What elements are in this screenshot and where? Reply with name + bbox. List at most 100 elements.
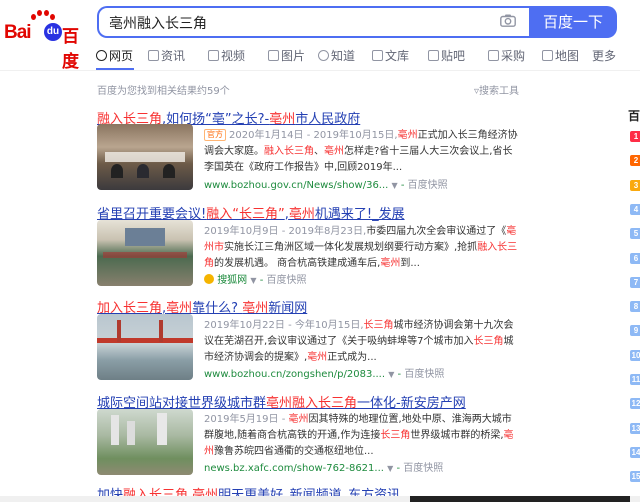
tab-8[interactable]: 地图 bbox=[542, 47, 579, 64]
tab-label: 地图 bbox=[555, 49, 580, 63]
chevron-down-icon[interactable]: ▼ bbox=[387, 464, 393, 473]
result-site-name[interactable]: 搜狐网 bbox=[217, 275, 247, 286]
tab-label: 视频 bbox=[221, 49, 246, 63]
video-icon bbox=[208, 50, 219, 61]
text-segment: 新闻网 bbox=[268, 301, 308, 316]
hot-rank-number: 6 bbox=[630, 252, 640, 264]
text-segment: 2019年10月9日 - 2019年8月23日, bbox=[204, 226, 367, 237]
tab-5[interactable]: 文库 bbox=[372, 47, 409, 64]
tab-divider bbox=[0, 70, 640, 71]
tab-1[interactable]: 资讯 bbox=[148, 47, 185, 64]
text-segment: 市委四届九次全会审议通过了《 bbox=[366, 226, 507, 237]
result-url[interactable]: www.bozhou.gov.cn/News/show/36... bbox=[204, 180, 388, 191]
text-segment: 实施长江三角洲区域一体化发展规划纲要行动方案》,抢抓 bbox=[224, 242, 478, 253]
hot-rank-number: 12 bbox=[630, 398, 640, 410]
tab-label: 资讯 bbox=[161, 49, 186, 63]
highlighted-text: 亳州 bbox=[307, 352, 328, 363]
text-segment: 正式成为... bbox=[327, 352, 377, 363]
tab-7[interactable]: 采购 bbox=[488, 47, 525, 64]
search-input[interactable] bbox=[109, 13, 489, 33]
chevron-down-icon[interactable]: ▼ bbox=[392, 181, 398, 190]
result-thumbnail[interactable] bbox=[97, 220, 193, 286]
logo-text-bai: Bai bbox=[4, 22, 32, 43]
result-count: 百度为您找到相关结果约59个 bbox=[97, 86, 230, 97]
highlighted-text: 亳州 bbox=[324, 146, 344, 157]
result-snippet: 2019年10月22日 - 今年10月15日,长三角城市经济协调会第十九次会议在… bbox=[204, 318, 518, 366]
hot-rank-number: 8 bbox=[630, 301, 640, 313]
text-segment: 一体化-新安房产网 bbox=[357, 396, 466, 411]
tab-2[interactable]: 视频 bbox=[208, 47, 245, 64]
camera-icon[interactable] bbox=[500, 14, 516, 27]
doc-icon bbox=[372, 50, 383, 61]
highlighted-text: 亳州 bbox=[269, 112, 296, 127]
snapshot-link[interactable]: 百度快照 bbox=[267, 275, 307, 286]
snapshot-link[interactable]: 百度快照 bbox=[404, 369, 444, 380]
tab-label: 采购 bbox=[501, 49, 526, 63]
tab-3[interactable]: 图片 bbox=[268, 47, 305, 64]
text-segment: 到... bbox=[400, 258, 420, 269]
chevron-down-icon[interactable]: ▼ bbox=[250, 276, 256, 285]
logo-text-cn: 百度 bbox=[62, 27, 79, 72]
highlighted-text: 亳州融入长三角 bbox=[266, 396, 358, 411]
result-snippet: 2019年10月9日 - 2019年8月23日,市委四届九次全会审议通过了《亳州… bbox=[204, 224, 518, 272]
result-url[interactable]: www.bozhou.cn/zongshen/p/2083.... bbox=[204, 369, 385, 380]
tab-label: 贴吧 bbox=[441, 49, 466, 63]
snapshot-link[interactable]: 百度快照 bbox=[403, 463, 443, 474]
tab-label: 更多 bbox=[592, 49, 617, 63]
result-source[interactable]: www.bozhou.gov.cn/News/show/36... ▼ - 百度… bbox=[204, 176, 448, 191]
search-box[interactable] bbox=[97, 6, 529, 38]
hot-list-title: 百 bbox=[628, 109, 640, 123]
hot-rank-number: 10 bbox=[630, 349, 640, 361]
scrollbar-thumb[interactable] bbox=[410, 496, 630, 502]
highlighted-text: 融入“长三角” bbox=[206, 207, 285, 222]
official-badge: 官方 bbox=[204, 129, 226, 141]
hot-rank-number: 11 bbox=[630, 374, 640, 385]
tab-0[interactable]: 网页 bbox=[96, 47, 133, 64]
horizontal-scrollbar[interactable] bbox=[0, 496, 640, 502]
search-tools-button[interactable]: ▿搜索工具 bbox=[474, 82, 519, 97]
hot-rank-number: 3 bbox=[630, 179, 640, 191]
chevron-down-icon[interactable]: ▼ bbox=[388, 370, 394, 379]
hot-rank-number: 14 bbox=[630, 446, 640, 458]
snapshot-link[interactable]: 百度快照 bbox=[408, 180, 448, 191]
purchase-icon bbox=[488, 50, 499, 61]
highlighted-text: 融入长三角 bbox=[264, 146, 314, 157]
result-source[interactable]: www.bozhou.cn/zongshen/p/2083.... ▼ - 百度… bbox=[204, 365, 444, 380]
result-url[interactable]: news.bz.xafc.com/show-762-8621... bbox=[204, 463, 384, 474]
highlighted-text: 亳州 bbox=[397, 130, 418, 141]
hot-rank-number: 1 bbox=[630, 131, 640, 142]
text-segment: 2019年5月19日 - bbox=[204, 414, 289, 425]
tab-4[interactable]: 知道 bbox=[318, 47, 355, 64]
hot-rank-number: 9 bbox=[630, 325, 640, 337]
logo-text-du: du bbox=[44, 23, 62, 41]
result-snippet: 2019年5月19日 - 亳州因其特殊的地理位置,地处中原、淮海两大城市群腹地,… bbox=[204, 412, 518, 460]
tab-label: 网页 bbox=[109, 49, 134, 63]
hot-rank-number: 2 bbox=[630, 155, 640, 167]
baidu-logo[interactable]: Bai du 百度 bbox=[4, 10, 88, 72]
map-icon bbox=[542, 50, 553, 61]
highlighted-text: 亳州 bbox=[242, 301, 269, 316]
result-thumbnail[interactable] bbox=[97, 409, 193, 475]
highlighted-text: 亳州 bbox=[380, 258, 401, 269]
text-segment: 的发展机遇。 商合杭高铁建成通车后, bbox=[214, 258, 381, 269]
text-segment: 世界级城市群的桥梁, bbox=[410, 430, 504, 441]
hot-rank-number: 5 bbox=[630, 228, 640, 240]
tab-6[interactable]: 贴吧 bbox=[428, 47, 465, 64]
highlighted-text: 长三角 bbox=[363, 320, 394, 331]
highlighted-text: 长三角 bbox=[473, 336, 504, 347]
result-source[interactable]: news.bz.xafc.com/show-762-8621... ▼ - 百度… bbox=[204, 459, 443, 474]
result-source[interactable]: 搜狐网 ▼ - 百度快照 bbox=[204, 271, 307, 286]
question-icon bbox=[318, 50, 329, 61]
result-thumbnail[interactable] bbox=[97, 314, 193, 380]
text-segment: 机遇来了!_发展 bbox=[314, 207, 405, 222]
image-icon bbox=[268, 50, 279, 61]
text-segment: 豫鲁苏皖四省通衢的交通枢纽地位... bbox=[214, 446, 374, 457]
news-icon bbox=[148, 50, 159, 61]
search-tools-label: 搜索工具 bbox=[479, 86, 520, 97]
result-thumbnail[interactable] bbox=[97, 124, 193, 190]
search-button[interactable]: 百度一下 bbox=[529, 6, 617, 38]
tab-9[interactable]: 更多 bbox=[592, 47, 616, 64]
tab-label: 文库 bbox=[385, 49, 410, 63]
text-segment: 2019年10月22日 - 今年10月15日, bbox=[204, 320, 364, 331]
highlighted-text: 亳州 bbox=[288, 414, 309, 425]
